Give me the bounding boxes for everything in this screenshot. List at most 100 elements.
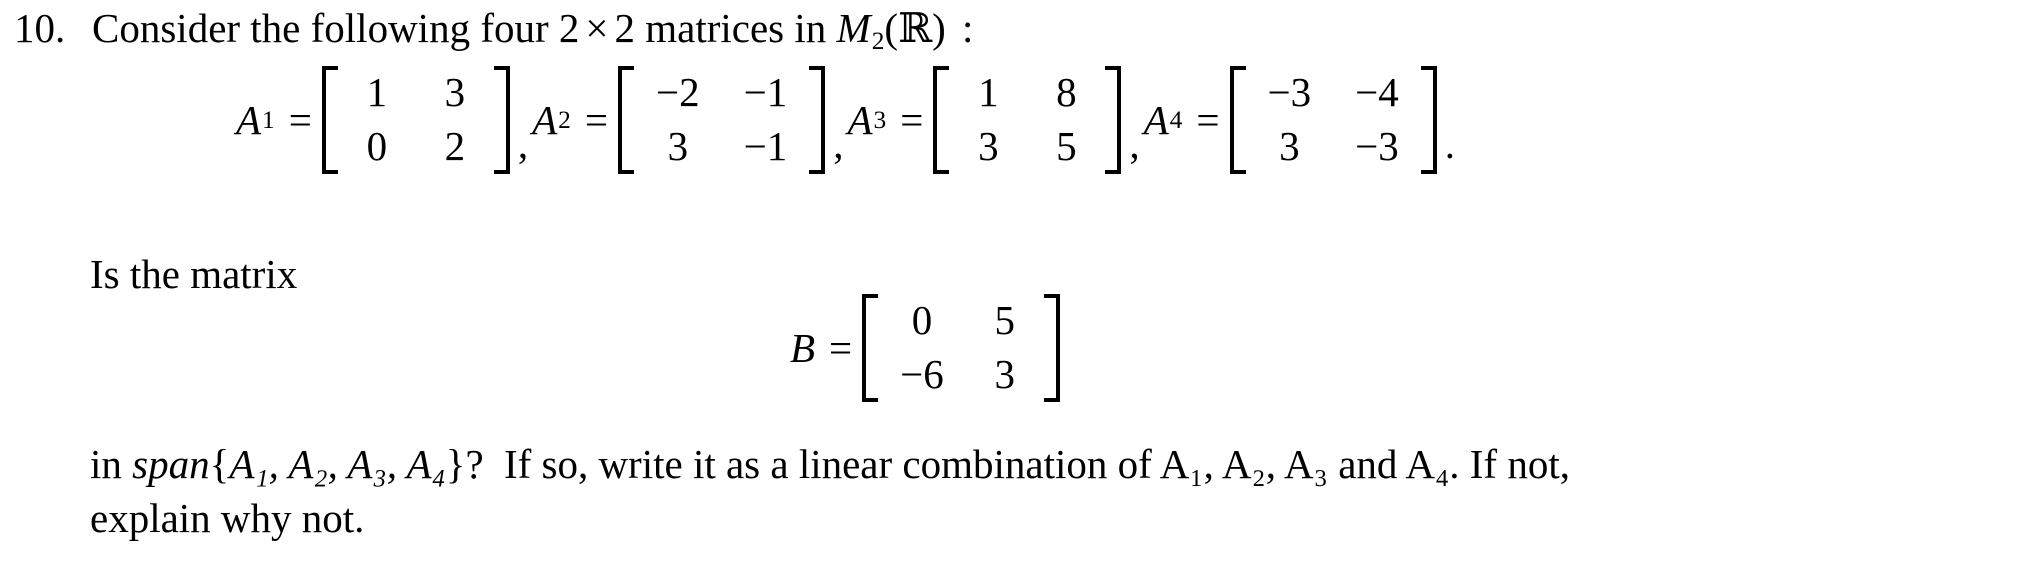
matrix-a4-separator: . [1444,120,1455,167]
stem-before-dim: Consider the following four [92,5,549,51]
matrix-cell: 3 [994,351,1016,397]
matrix-a4-name: A [1143,97,1169,143]
problem-block: 10. Consider the following four 2 × 2 matr… [14,0,2024,55]
matrix-a1-subscript: 1 [262,105,275,134]
matrix-a1-cells: 1 3 0 2 [338,66,494,174]
matrix-cell: −1 [743,123,788,169]
stem-after-dim: matrices in [645,5,827,51]
matrix-row: −3 −4 [1246,66,1421,120]
question-intro-line: Is the matrix [90,248,297,301]
matrix-cell: 0 [366,123,388,169]
stem-dim-b: 2 [614,5,636,51]
matrix-cell: −6 [900,351,944,397]
matrix-space-name: M [836,5,871,51]
left-bracket-icon [933,66,950,174]
matrix-a1-separator: , [517,120,529,167]
matrix-a2-name: A [532,97,558,143]
matrix-a4-label: A4 [1144,96,1183,144]
question-intro-text: Is the matrix [90,251,298,297]
left-bracket-icon [618,66,634,174]
matrix-a3-equals: = [900,97,924,143]
matrix-space-subscript: 2 [871,27,885,56]
matrix-cell: 3 [978,123,999,169]
closing-line-1-tail: If so, write it as a linear combination … [503,441,1570,487]
span-set-items: A₁, A₂, A₃, A₄ [229,441,446,487]
matrix-definitions-row: A1 = 1 3 0 2 , A 2 = −2 −1 3 −1 , A 3 = … [236,66,1455,174]
closing-line-2: explain why not. [90,492,364,545]
right-bracket-icon [1420,66,1437,174]
closing-in-word: in [90,441,122,487]
right-bracket-icon [1043,294,1060,402]
matrix-cell: 3 [444,69,466,116]
matrix-b-label: B [790,324,815,372]
matrix-a2-bracket: −2 −1 3 −1 [618,66,826,174]
matrix-a3-subscript: 3 [873,105,887,134]
matrix-cell: 2 [444,123,466,169]
set-close-brace: } [445,441,466,487]
matrix-a4-cells: −3 −4 3 −3 [1246,66,1421,174]
paren-close: ) [932,5,946,51]
matrix-definition-b: B = 0 5 −6 3 [790,294,1060,402]
closing-question-mark: ? [465,441,484,487]
problem-stem-line: 10. Consider the following four 2 × 2 matr… [14,0,2024,55]
right-bracket-icon [809,66,826,174]
matrix-cell: −2 [656,69,700,116]
stem-dim-a: 2 [558,5,580,51]
matrix-cell: 3 [667,123,689,169]
matrix-b-cells: 0 5 −6 3 [878,294,1044,402]
problem-number: 10. [14,5,66,51]
matrix-a3-bracket: 1 8 3 5 [933,66,1122,174]
matrix-a4-equals: = [1196,97,1220,143]
real-numbers-symbol: ℝ [898,4,933,52]
matrix-row: 3 −3 [1246,120,1421,174]
matrix-a1-label: A1 [236,96,275,144]
closing-line-1: in span{A₁, A₂, A₃, A₄}? If so, write it… [90,438,1570,491]
matrix-a2-equals: = [584,97,608,143]
matrix-a1-bracket: 1 3 0 2 [321,66,510,174]
left-bracket-icon [1229,66,1246,174]
span-keyword: span [132,441,210,487]
matrix-cell: −3 [1355,123,1399,169]
left-bracket-icon [862,294,879,402]
matrix-cell: −4 [1355,69,1399,116]
matrix-row: 1 3 [338,66,494,120]
matrix-cell: 0 [911,297,933,344]
right-bracket-icon [1105,66,1122,174]
matrix-a2-separator: , [833,120,844,167]
matrix-b-name: B [790,325,816,371]
matrix-row: −2 −1 [634,66,809,120]
matrix-row: 3 5 [949,120,1105,174]
times-symbol: × [585,5,609,51]
matrix-a2-cells: −2 −1 3 −1 [634,66,809,174]
matrix-definition-a4: A4 = −3 −4 3 −3 . [1144,66,1455,174]
matrix-a3-separator: , [1129,120,1140,167]
paren-open: ( [884,5,899,51]
left-bracket-icon [321,66,338,174]
matrix-a1-name: A [236,97,262,143]
closing-line-2-text: explain why not. [90,495,365,541]
right-bracket-icon [493,66,510,174]
stem-colon: : [962,5,974,51]
document-page: 10. Consider the following four 2 × 2 matr… [0,0,2038,582]
matrix-definition-a1: A1 = 1 3 0 2 , [236,66,532,174]
matrix-a4-subscript: 4 [1169,105,1183,134]
set-open-brace: { [209,441,230,487]
matrix-cell: 1 [978,69,999,116]
matrix-b-equals: = [829,325,853,371]
matrix-cell: 5 [994,297,1016,344]
matrix-cell: 5 [1056,123,1077,169]
matrix-cell: −1 [743,69,788,116]
matrix-a2-label: A2 [532,96,571,144]
matrix-row: 3 −1 [634,120,809,174]
matrix-a1-equals: = [288,97,312,143]
matrix-a3-name: A [847,97,873,143]
matrix-row: −6 3 [878,348,1044,402]
matrix-cell: 8 [1056,69,1077,116]
matrix-row: 0 5 [878,294,1044,348]
matrix-definition-a3: A3 = 1 8 3 5 , [848,66,1144,174]
matrix-a3-cells: 1 8 3 5 [949,66,1105,174]
matrix-a4-bracket: −3 −4 3 −3 [1229,66,1437,174]
matrix-row: 0 2 [338,120,494,174]
matrix-b-bracket: 0 5 −6 3 [862,294,1060,402]
matrix-a2-subscript: 2 [558,105,571,134]
